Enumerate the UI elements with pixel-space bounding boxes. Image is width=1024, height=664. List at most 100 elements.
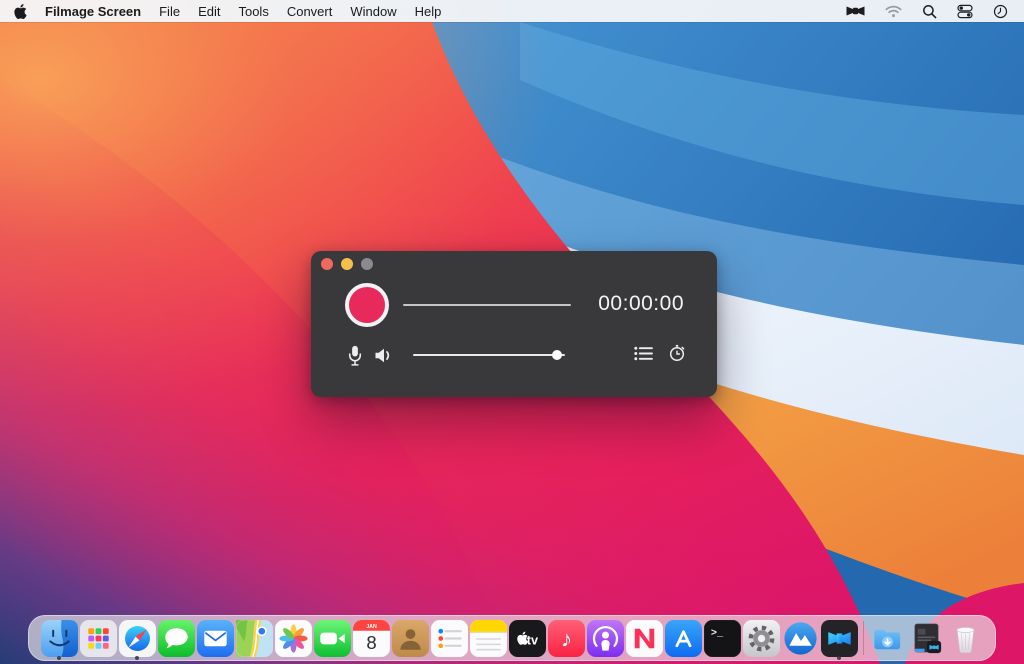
dock-item-downloads[interactable] [869, 616, 906, 660]
dock-item-calendar[interactable]: JAN 8 [353, 616, 390, 660]
dock-item-maps[interactable] [236, 616, 273, 660]
dock: JAN 8 [28, 615, 996, 661]
dock-item-safari[interactable] [119, 616, 156, 660]
finder-icon [41, 620, 78, 657]
podcasts-icon [587, 620, 624, 657]
clock-icon [993, 4, 1008, 19]
dock-item-messages[interactable] [158, 616, 195, 660]
dock-item-filmage-editor[interactable] [782, 616, 819, 660]
minimized-window-thumbnail [908, 620, 945, 657]
dock-item-launchpad[interactable] [80, 616, 117, 660]
news-icon [626, 620, 663, 657]
blue-mountain-app-icon [782, 620, 819, 657]
dock-item-notes[interactable] [470, 616, 507, 660]
alarm-clock-icon [668, 344, 686, 362]
microphone-icon [347, 344, 363, 367]
secondary-controls [634, 344, 686, 362]
dock-item-filmage-window[interactable] [908, 616, 945, 660]
recorder-window: 00:00:00 [311, 251, 717, 397]
wifi-icon [885, 5, 902, 18]
speaker-button[interactable] [374, 347, 394, 364]
filmage-camera-icon [846, 4, 865, 18]
menu-edit[interactable]: Edit [198, 4, 220, 19]
apple-tv-icon: tv [509, 620, 546, 657]
dock-item-filmage-screen[interactable] [821, 616, 858, 660]
app-store-icon [665, 620, 702, 657]
downloads-folder-icon [869, 620, 906, 657]
dock-item-podcasts[interactable] [587, 616, 624, 660]
trash-icon [947, 620, 984, 657]
music-note-glyph: ♪ [560, 626, 571, 651]
control-center-icon [957, 4, 973, 19]
speaker-icon [374, 347, 394, 364]
dock-item-terminal[interactable]: >_ [704, 616, 741, 660]
menu-bar: Filmage Screen File Edit Tools Convert W… [0, 0, 1024, 22]
audio-controls [347, 341, 565, 369]
dock-item-finder[interactable] [41, 616, 78, 660]
apple-menu[interactable] [14, 4, 27, 19]
tv-label: tv [526, 633, 537, 647]
timer-display: 00:00:00 [598, 292, 684, 316]
dock-item-tv[interactable]: tv [509, 616, 546, 660]
messages-icon [158, 620, 195, 657]
calendar-icon: JAN 8 [353, 620, 390, 657]
notes-icon [470, 620, 507, 657]
zoom-button-disabled[interactable] [361, 258, 373, 270]
launchpad-icon [80, 620, 117, 657]
mail-icon [197, 620, 234, 657]
menu-tools[interactable]: Tools [238, 4, 268, 19]
close-button[interactable] [321, 258, 333, 270]
microphone-button[interactable] [347, 344, 363, 367]
dock-item-reminders[interactable] [431, 616, 468, 660]
menu-window[interactable]: Window [350, 4, 396, 19]
maps-icon [236, 620, 273, 657]
duration-track [403, 304, 571, 306]
running-indicator [57, 656, 61, 660]
menu-help[interactable]: Help [415, 4, 442, 19]
schedule-timer-button[interactable] [668, 344, 686, 362]
dock-item-trash[interactable] [947, 616, 984, 660]
app-menu-filmage-screen[interactable]: Filmage Screen [45, 4, 141, 19]
dock-item-photos[interactable] [275, 616, 312, 660]
wifi-menu[interactable] [885, 5, 902, 18]
menu-convert[interactable]: Convert [287, 4, 333, 19]
spotlight-menu[interactable] [922, 4, 937, 19]
terminal-prompt-glyph: >_ [710, 627, 723, 639]
system-preferences-icon [743, 620, 780, 657]
dock-item-facetime[interactable] [314, 616, 351, 660]
facetime-icon [314, 620, 351, 657]
minimize-button[interactable] [341, 258, 353, 270]
safari-icon [119, 620, 156, 657]
record-button[interactable] [345, 283, 389, 327]
dock-item-appstore[interactable] [665, 616, 702, 660]
list-icon [634, 346, 653, 361]
apple-logo-icon [14, 4, 27, 19]
dock-item-contacts[interactable] [392, 616, 429, 660]
volume-thumb[interactable] [552, 350, 562, 360]
dock-item-music[interactable]: ♪ [548, 616, 585, 660]
control-center-menu[interactable] [957, 4, 973, 19]
volume-track[interactable] [413, 354, 565, 356]
dock-item-news[interactable] [626, 616, 663, 660]
search-icon [922, 4, 937, 19]
photos-icon [275, 620, 312, 657]
volume-slider[interactable] [413, 349, 565, 361]
calendar-day-label: 8 [366, 632, 376, 653]
music-icon: ♪ [548, 620, 585, 657]
dock-item-system-preferences[interactable] [743, 616, 780, 660]
contacts-icon [392, 620, 429, 657]
recordings-list-button[interactable] [634, 346, 653, 361]
dock-separator [863, 621, 864, 655]
running-indicator [837, 656, 841, 660]
clock-menu[interactable] [993, 4, 1008, 19]
calendar-month-label: JAN [366, 623, 377, 629]
running-indicator [135, 656, 139, 660]
window-controls [321, 258, 373, 270]
dock-item-mail[interactable] [197, 616, 234, 660]
menu-file[interactable]: File [159, 4, 180, 19]
terminal-icon: >_ [704, 620, 741, 657]
filmage-screen-icon [821, 620, 858, 657]
reminders-icon [431, 620, 468, 657]
desktop: Filmage Screen File Edit Tools Convert W… [0, 0, 1024, 664]
filmage-status-menu[interactable] [846, 4, 865, 18]
